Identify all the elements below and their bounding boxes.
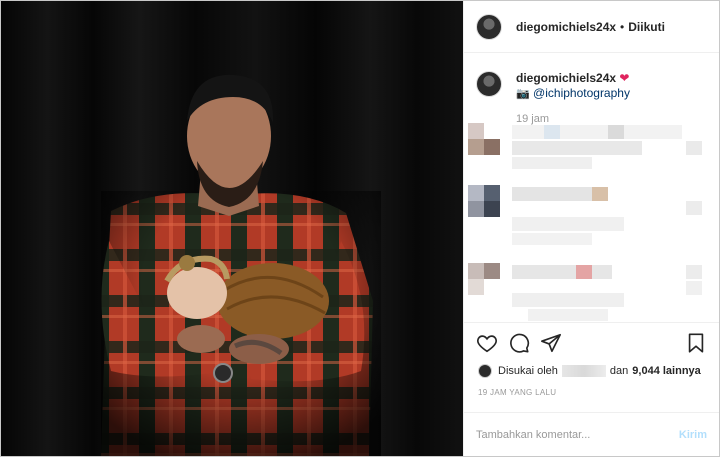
heart-emoji: ❤: [619, 71, 630, 85]
censor-block: [528, 309, 608, 321]
censor-block: [592, 187, 608, 201]
send-button[interactable]: Kirim: [679, 429, 707, 441]
liker-avatar[interactable]: [478, 364, 492, 378]
post-image[interactable]: [1, 1, 463, 456]
post-header: diegomichiels24x • Diikuti: [464, 1, 719, 53]
heart-icon[interactable]: [476, 332, 498, 354]
likes-conjunction: dan: [609, 365, 629, 377]
censor-block: [512, 217, 624, 231]
comment-composer: Kirim: [464, 412, 719, 456]
censor-block: [686, 141, 702, 155]
censor-block: [484, 139, 500, 155]
avatar[interactable]: [476, 13, 502, 40]
censor-block: [512, 125, 682, 139]
post-photo-illustration: [1, 1, 463, 456]
share-icon[interactable]: [540, 332, 562, 354]
censored-liker-name: [561, 365, 606, 377]
censor-block: [484, 185, 500, 201]
post-side-panel: diegomichiels24x • Diikuti diegomichiels…: [463, 1, 719, 456]
censor-block: [512, 293, 624, 307]
censor-block: [512, 157, 592, 169]
post-dialog: diegomichiels24x • Diikuti diegomichiels…: [0, 0, 720, 457]
comment-input[interactable]: [476, 428, 679, 441]
likes-prefix: Disukai oleh: [498, 365, 558, 377]
censor-block: [468, 123, 484, 139]
censor-block: [686, 265, 702, 279]
censor-block: [512, 265, 612, 279]
censor-block: [468, 185, 484, 201]
comments-list[interactable]: diegomichiels24x ❤ 📷 @ichiphotography 19…: [464, 53, 719, 322]
post-timestamp: 19 JAM YANG LALU: [478, 388, 557, 397]
action-bar: [464, 322, 719, 362]
censor-block: [686, 281, 702, 295]
censor-block: [484, 201, 500, 217]
censor-block: [576, 265, 592, 279]
censor-block: [544, 125, 560, 139]
follow-status-button[interactable]: Diikuti: [628, 20, 665, 34]
censor-block: [468, 139, 484, 155]
censor-block: [512, 233, 592, 245]
caption-text: diegomichiels24x ❤ 📷 @ichiphotography: [516, 71, 630, 102]
censor-block: [468, 263, 484, 279]
likes-count-link[interactable]: 9,044 lainnya: [632, 365, 701, 377]
separator-dot: •: [620, 19, 625, 34]
caption-username[interactable]: diegomichiels24x: [516, 71, 616, 85]
censor-block: [512, 141, 642, 155]
caption: diegomichiels24x ❤ 📷 @ichiphotography: [476, 71, 630, 102]
caption-time: 19 jam: [516, 113, 550, 125]
censor-block: [608, 125, 624, 139]
comment-icon[interactable]: [508, 332, 530, 354]
mention-link[interactable]: @ichiphotography: [533, 86, 630, 100]
censor-block: [468, 201, 484, 217]
header-username[interactable]: diegomichiels24x: [516, 20, 616, 34]
censor-block: [468, 279, 484, 295]
censor-block: [686, 201, 702, 215]
likes-summary: Disukai oleh dan 9,044 lainnya: [464, 362, 719, 380]
camera-icon: 📷: [516, 88, 530, 100]
bookmark-icon[interactable]: [685, 332, 707, 354]
caption-avatar[interactable]: [476, 71, 502, 97]
censor-block: [484, 263, 500, 279]
